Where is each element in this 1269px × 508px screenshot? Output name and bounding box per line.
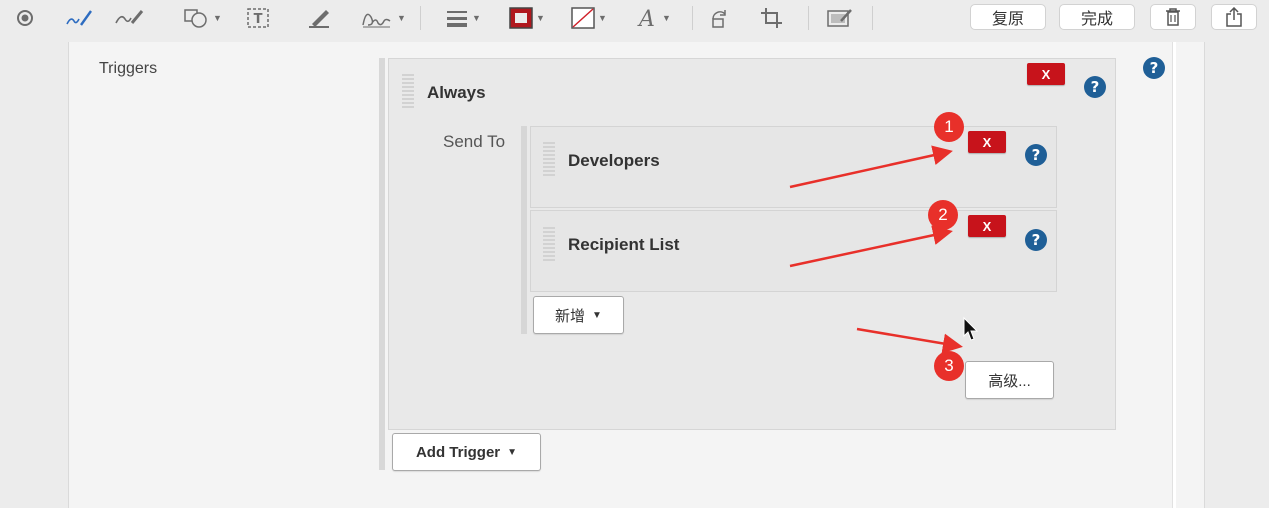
annotation-arrow	[856, 327, 963, 354]
annotation-arrows	[789, 145, 979, 354]
annotation-badge: 3	[934, 351, 964, 381]
mouse-cursor-icon	[963, 316, 979, 341]
annotation-badge: 2	[928, 200, 958, 230]
annotation-arrow	[789, 225, 953, 268]
annotation-arrow	[789, 145, 953, 189]
annotation-badge: 1	[934, 112, 964, 142]
